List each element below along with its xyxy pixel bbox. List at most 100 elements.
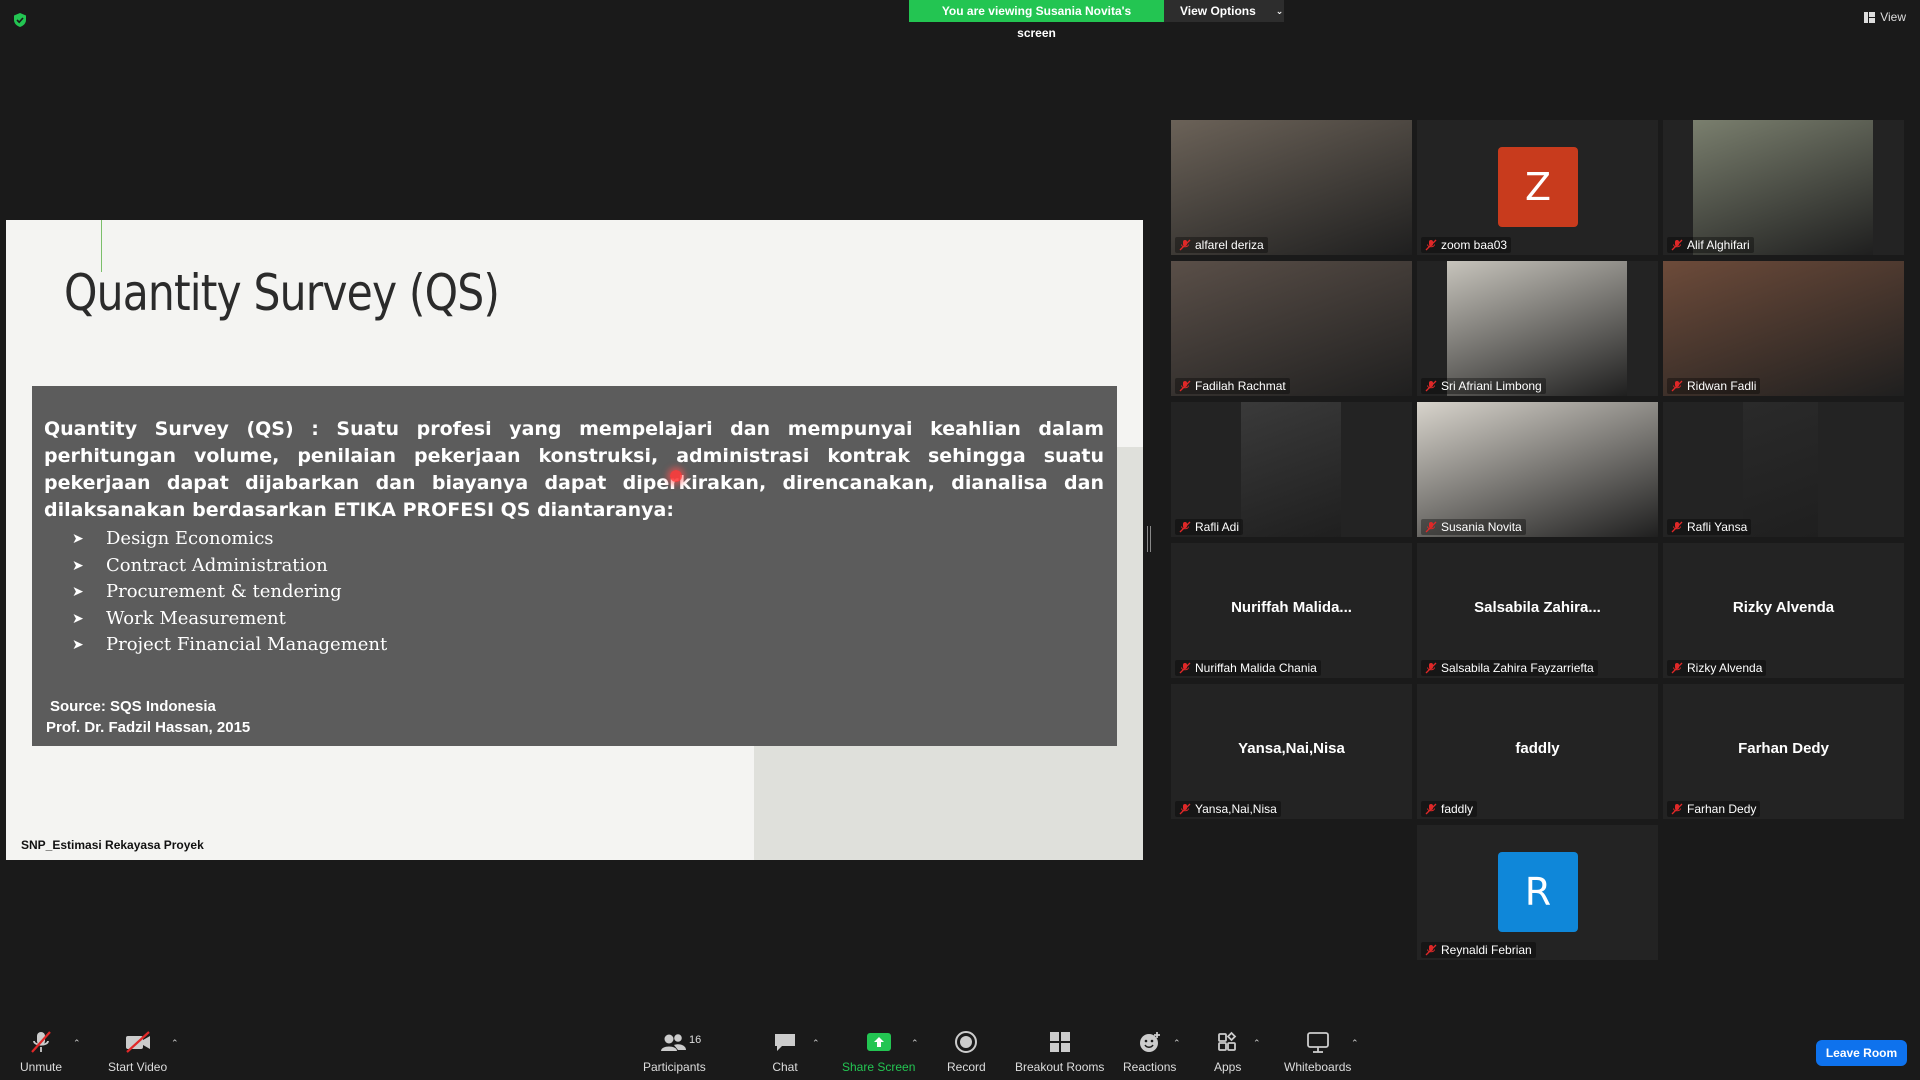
chat-options-caret-icon[interactable]: ⌃ — [812, 1038, 820, 1049]
participant-display-name: Salsabila Zahira... — [1474, 599, 1601, 616]
participant-name: Farhan Dedy — [1687, 802, 1757, 816]
mic-muted-icon — [1425, 662, 1437, 674]
list-item: ➤ Work Measurement — [72, 606, 387, 633]
list-item-text: Project Financial Management — [106, 634, 388, 655]
reactions-button[interactable]: Reactions — [1123, 1030, 1176, 1074]
security-shield-icon[interactable] — [12, 12, 28, 28]
panel-resize-handle[interactable] — [1147, 526, 1151, 552]
video-options-caret-icon[interactable]: ⌃ — [171, 1038, 179, 1049]
start-video-label: Start Video — [108, 1060, 168, 1074]
record-icon — [955, 1031, 978, 1053]
laser-pointer — [670, 470, 682, 482]
start-video-button[interactable]: Start Video — [108, 1030, 167, 1074]
slide-content-box: Quantity Survey (QS) : Suatu profesi yan… — [32, 386, 1117, 746]
mic-muted-icon — [1179, 239, 1191, 251]
leave-room-button[interactable]: Leave Room — [1816, 1040, 1907, 1066]
apps-options-caret-icon[interactable]: ⌃ — [1253, 1038, 1261, 1049]
slide-source: Source: SQS Indonesia — [50, 698, 216, 715]
participant-name-tag: Fadilah Rachmat — [1175, 378, 1290, 394]
participant-name-tag: Susania Novita — [1421, 519, 1526, 535]
participant-display-name: Rizky Alvenda — [1732, 599, 1835, 616]
mic-muted-icon — [1425, 944, 1437, 956]
participant-name: Alif Alghifari — [1687, 238, 1750, 252]
view-button[interactable]: View — [1864, 10, 1906, 24]
mic-muted-icon — [1425, 521, 1437, 533]
participant-name-tag: Alif Alghifari — [1667, 237, 1754, 253]
list-item-text: Work Measurement — [106, 607, 286, 629]
mic-muted-icon — [1179, 380, 1191, 392]
unmute-button[interactable]: Unmute — [20, 1030, 62, 1074]
participant-name: Rafli Yansa — [1687, 520, 1748, 534]
participant-name: Ridwan Fadli — [1687, 379, 1757, 393]
record-button[interactable]: Record — [947, 1030, 986, 1074]
reactions-options-caret-icon[interactable]: ⌃ — [1173, 1038, 1181, 1049]
participant-tile[interactable]: Farhan Dedy Farhan Dedy — [1663, 684, 1904, 819]
slide-paragraph: Quantity Survey (QS) : Suatu profesi yan… — [44, 418, 1104, 521]
mic-muted-icon — [1671, 521, 1683, 533]
participant-name: Salsabila Zahira Fayzarriefta — [1441, 661, 1594, 675]
whiteboards-button[interactable]: Whiteboards — [1284, 1030, 1351, 1074]
participant-name: Fadilah Rachmat — [1195, 379, 1286, 393]
share-screen-button[interactable]: Share Screen — [842, 1030, 915, 1074]
participant-name-tag: Rizky Alvenda — [1667, 660, 1767, 676]
list-item: ➤ Design Economics — [72, 526, 387, 553]
arrow-bullet-icon: ➤ — [72, 557, 84, 574]
participant-tile[interactable]: alfarel deriza — [1171, 120, 1412, 255]
chat-icon — [775, 1034, 795, 1051]
participant-name-tag: Salsabila Zahira Fayzarriefta — [1421, 660, 1598, 676]
chat-button[interactable]: Chat — [772, 1030, 798, 1074]
avatar: Z — [1498, 147, 1578, 227]
participant-name-tag: Yansa,Nai,Nisa — [1175, 801, 1281, 817]
view-options-button[interactable]: View Options ⌄ — [1164, 0, 1284, 22]
mic-muted-icon — [1179, 803, 1191, 815]
participant-name: zoom baa03 — [1441, 238, 1508, 252]
whiteboards-options-caret-icon[interactable]: ⌃ — [1351, 1038, 1359, 1049]
participant-name-tag: Rafli Yansa — [1667, 519, 1752, 535]
participant-tile[interactable]: Yansa,Nai,Nisa Yansa,Nai,Nisa — [1171, 684, 1412, 819]
participant-name: Yansa,Nai,Nisa — [1195, 802, 1277, 816]
list-item: ➤ Procurement & tendering — [72, 579, 387, 606]
participant-video — [1171, 261, 1412, 396]
participant-display-name: Yansa,Nai,Nisa — [1238, 740, 1345, 757]
list-item-text: Procurement & tendering — [106, 581, 342, 602]
list-item: ➤ Project Financial Management — [72, 632, 387, 659]
apps-button[interactable]: Apps — [1214, 1030, 1241, 1074]
arrow-bullet-icon: ➤ — [72, 637, 84, 653]
arrow-bullet-icon: ➤ — [72, 531, 84, 547]
participant-tile[interactable]: Sri Afriani Limbong — [1417, 261, 1658, 396]
meeting-toolbar: Unmute ⌃ Start Video ⌃ Participants 16 C… — [0, 1020, 1920, 1080]
list-item-text: Contract Administration — [106, 554, 328, 576]
share-options-caret-icon[interactable]: ⌃ — [911, 1038, 919, 1049]
arrow-bullet-icon: ➤ — [72, 610, 84, 627]
participant-tile[interactable]: Susania Novita — [1417, 402, 1658, 537]
mic-muted-icon — [1425, 239, 1437, 251]
participant-tile[interactable]: Rafli Adi — [1171, 402, 1412, 537]
participant-name: Susania Novita — [1441, 520, 1522, 534]
breakout-rooms-button[interactable]: Breakout Rooms — [1015, 1030, 1104, 1074]
participant-name: alfarel deriza — [1195, 238, 1264, 252]
participant-tile[interactable]: Rizky Alvenda Rizky Alvenda — [1663, 543, 1904, 678]
list-item-text: Design Economics — [106, 528, 274, 549]
participant-display-name: Nuriffah Malida... — [1231, 599, 1352, 616]
avatar: R — [1498, 852, 1578, 932]
record-label: Record — [947, 1060, 986, 1074]
participant-tile[interactable]: Nuriffah Malida... Nuriffah Malida Chania — [1171, 543, 1412, 678]
screen-share-banner: You are viewing Susania Novita's screen … — [909, 0, 1284, 40]
participant-tile[interactable]: faddly faddly — [1417, 684, 1658, 819]
chat-label: Chat — [772, 1060, 798, 1074]
participant-tile[interactable]: Rafli Yansa — [1663, 402, 1904, 537]
participant-name-tag: Farhan Dedy — [1667, 801, 1761, 817]
participant-name-tag: Rafli Adi — [1175, 519, 1244, 535]
participant-tile[interactable]: Salsabila Zahira... Salsabila Zahira Fayz… — [1417, 543, 1658, 678]
participant-tile[interactable]: R Reynaldi Febrian — [1417, 825, 1658, 960]
mic-muted-icon — [1671, 380, 1683, 392]
mic-muted-icon — [1425, 380, 1437, 392]
audio-options-caret-icon[interactable]: ⌃ — [73, 1038, 81, 1049]
participant-tile[interactable]: Zzoom baa03 — [1417, 120, 1658, 255]
participant-tile[interactable]: Fadilah Rachmat — [1171, 261, 1412, 396]
participant-tile[interactable]: Ridwan Fadli — [1663, 261, 1904, 396]
participant-tile[interactable]: Alif Alghifari — [1663, 120, 1904, 255]
reactions-icon — [1139, 1032, 1160, 1052]
apps-icon — [1217, 1031, 1236, 1051]
participant-name-tag: Nuriffah Malida Chania — [1175, 660, 1321, 676]
